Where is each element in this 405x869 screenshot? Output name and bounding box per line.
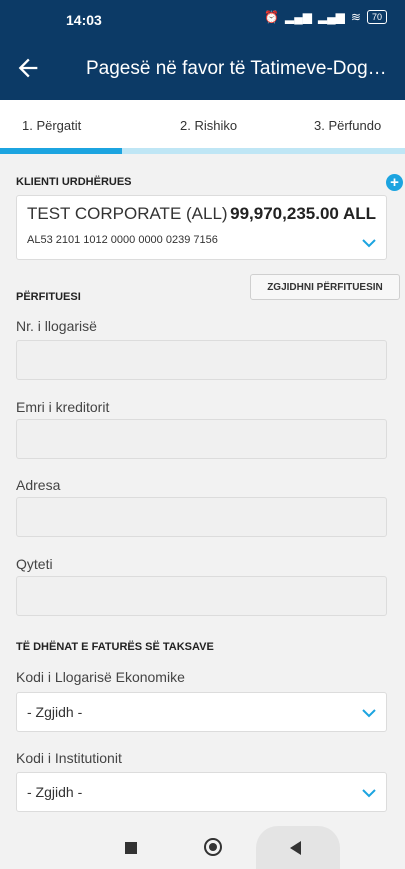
creditor-name-input[interactable] — [16, 419, 387, 459]
economic-code-label: Kodi i Llogarisë Ekonomike — [16, 669, 185, 685]
client-balance: 99,970,235.00 ALL — [230, 204, 376, 223]
back-triangle-icon[interactable] — [290, 841, 301, 855]
institution-code-label: Kodi i Institutionit — [16, 750, 122, 766]
address-input[interactable] — [16, 497, 387, 537]
institution-code-select[interactable]: - Zgjidh - — [16, 772, 387, 812]
step-indicator: 1. Përgatit 2. Rishiko 3. Përfundo — [0, 100, 405, 154]
economic-code-select[interactable]: - Zgjidh - — [16, 692, 387, 732]
back-arrow-icon[interactable] — [14, 54, 42, 82]
creditor-name-label: Emri i kreditorit — [16, 399, 110, 415]
recents-button[interactable] — [125, 842, 137, 854]
step-prepare: 1. Përgatit — [22, 118, 82, 133]
signal-icon: ▂▄▆ — [284, 10, 312, 24]
client-account-select[interactable]: TEST CORPORATE (ALL) 99,970,235.00 ALL A… — [16, 195, 387, 260]
progress-fill — [0, 148, 122, 154]
city-label: Qyteti — [16, 556, 53, 572]
chevron-down-icon — [362, 239, 376, 248]
client-name: TEST CORPORATE (ALL) — [27, 204, 228, 223]
institution-code-value: - Zgjidh - — [27, 784, 83, 800]
app-bar: Pagesë në favor të Tatimeve-Dogan... — [0, 38, 405, 100]
alarm-icon: ⏰ — [264, 10, 279, 24]
choose-beneficiary-button[interactable]: ZGJIDHNI PËRFITUESIN — [250, 274, 400, 300]
add-client-icon[interactable]: + — [386, 174, 403, 191]
page-title: Pagesë në favor të Tatimeve-Dogan... — [86, 58, 396, 79]
address-label: Adresa — [16, 477, 61, 493]
account-number-input[interactable] — [16, 340, 387, 380]
invoice-section-title: TË DHËNAT E FATURËS SË TAKSAVE — [16, 641, 214, 653]
chevron-down-icon — [362, 789, 376, 798]
account-number-label: Nr. i llogarisë — [16, 318, 97, 334]
signal-icon-2: ▂▄▆ — [317, 10, 345, 24]
step-review: 2. Rishiko — [180, 118, 238, 133]
progress-track — [0, 148, 405, 154]
status-time: 14:03 — [66, 12, 102, 28]
status-bar: 14:03 ⏰ ▂▄▆ ▂▄▆ ≋ 70 — [0, 0, 405, 38]
wifi-icon: ≋ — [350, 10, 361, 24]
economic-code-value: - Zgjidh - — [27, 704, 83, 720]
status-icons: ⏰ ▂▄▆ ▂▄▆ ≋ 70 — [264, 10, 387, 24]
client-section-title: KLIENTI URDHËRUES — [16, 176, 132, 188]
city-input[interactable] — [16, 576, 387, 616]
chevron-down-icon — [362, 709, 376, 718]
system-nav-bar — [0, 826, 405, 869]
step-finish: 3. Përfundo — [314, 118, 382, 133]
home-button[interactable] — [204, 838, 222, 856]
beneficiary-section-title: PËRFITUESI — [16, 291, 81, 303]
client-iban: AL53 2101 1012 0000 0000 0239 7156 — [27, 234, 218, 246]
battery-icon: 70 — [366, 10, 387, 24]
